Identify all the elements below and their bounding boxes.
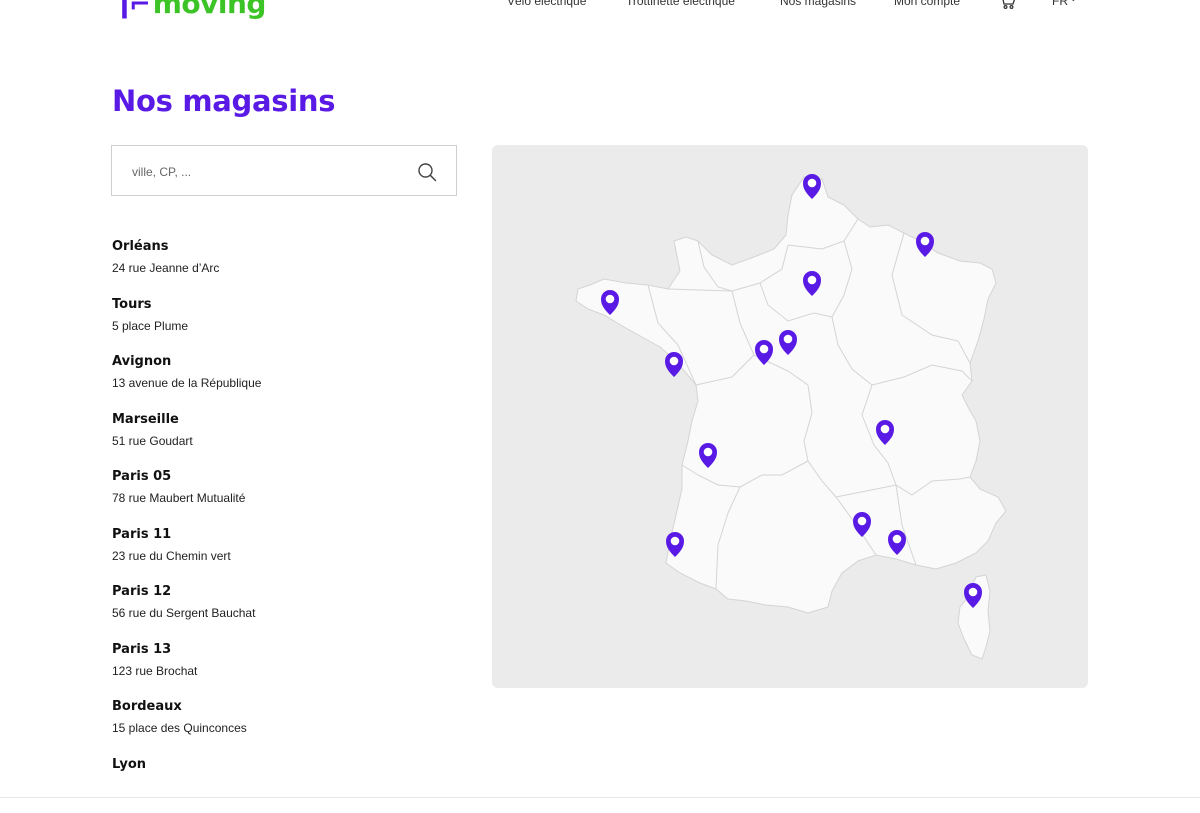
store-item-paris-05[interactable]: Paris 05 78 rue Maubert Mutualité bbox=[112, 468, 442, 526]
store-item-paris-12[interactable]: Paris 12 56 rue du Sergent Bauchat bbox=[112, 583, 442, 641]
language-label: FR bbox=[1052, 0, 1068, 8]
footer-divider bbox=[0, 797, 1200, 798]
language-selector[interactable]: FR⌄ bbox=[1052, 0, 1077, 8]
map-pin-icon[interactable] bbox=[779, 330, 797, 355]
nav-mon-compte[interactable]: Mon compte bbox=[894, 0, 960, 8]
store-address: 15 place des Quinconces bbox=[112, 716, 442, 740]
map-pin-icon[interactable] bbox=[853, 512, 871, 537]
store-item-marseille[interactable]: Marseille 51 rue Goudart bbox=[112, 411, 442, 469]
store-name: Tours bbox=[112, 296, 442, 314]
nav-nos-magasins[interactable]: Nos magasins bbox=[780, 0, 856, 8]
store-address: 51 rue Goudart bbox=[112, 429, 442, 453]
store-list: Orléans 24 rue Jeanne d’Arc Tours 5 plac… bbox=[112, 238, 442, 813]
nav-trottinette-electrique[interactable]: Trottinette électrique bbox=[626, 0, 735, 8]
store-item-avignon[interactable]: Avignon 13 avenue de la République bbox=[112, 353, 442, 411]
store-address: 24 rue Jeanne d’Arc bbox=[112, 256, 442, 280]
search-input[interactable] bbox=[130, 160, 404, 184]
store-address: 13 avenue de la République bbox=[112, 371, 442, 395]
store-address: 123 rue Brochat bbox=[112, 659, 442, 683]
site-header: ꞁ⌐ moving Vélo électrique Trottinette él… bbox=[0, 0, 1200, 24]
store-address: 5 place Plume bbox=[112, 314, 442, 338]
store-address: 56 rue du Sergent Bauchat bbox=[112, 601, 442, 625]
store-name: Paris 13 bbox=[112, 641, 442, 659]
nav-velo-electrique[interactable]: Vélo électrique bbox=[507, 0, 586, 8]
search-icon[interactable] bbox=[417, 162, 437, 182]
store-item-tours[interactable]: Tours 5 place Plume bbox=[112, 296, 442, 354]
store-name: Paris 11 bbox=[112, 526, 442, 544]
store-item-paris-13[interactable]: Paris 13 123 rue Brochat bbox=[112, 641, 442, 699]
map-pin-icon[interactable] bbox=[916, 232, 934, 257]
map-pin-icon[interactable] bbox=[665, 352, 683, 377]
store-name: Orléans bbox=[112, 238, 442, 256]
map-pin-icon[interactable] bbox=[699, 443, 717, 468]
main-nav: Vélo électrique Trottinette électrique N… bbox=[0, 0, 1200, 10]
store-name: Lyon bbox=[112, 756, 442, 774]
store-item-paris-11[interactable]: Paris 11 23 rue du Chemin vert bbox=[112, 526, 442, 584]
map-pin-icon[interactable] bbox=[803, 174, 821, 199]
store-item-bordeaux[interactable]: Bordeaux 15 place des Quinconces bbox=[112, 698, 442, 756]
store-name: Paris 05 bbox=[112, 468, 442, 486]
map-pin-icon[interactable] bbox=[876, 420, 894, 445]
store-search bbox=[111, 145, 457, 196]
store-map[interactable] bbox=[492, 145, 1088, 688]
cart-icon[interactable] bbox=[998, 0, 1016, 10]
store-item-lyon[interactable]: Lyon bbox=[112, 756, 442, 813]
store-name: Marseille bbox=[112, 411, 442, 429]
map-pin-icon[interactable] bbox=[803, 271, 821, 296]
map-pin-icon[interactable] bbox=[888, 530, 906, 555]
map-pin-icon[interactable] bbox=[964, 583, 982, 608]
store-name: Avignon bbox=[112, 353, 442, 371]
map-pin-icon[interactable] bbox=[601, 290, 619, 315]
map-pin-icon[interactable] bbox=[666, 532, 684, 557]
store-address: 78 rue Maubert Mutualité bbox=[112, 486, 442, 510]
store-name: Paris 12 bbox=[112, 583, 442, 601]
map-pins bbox=[492, 145, 1088, 688]
store-name: Bordeaux bbox=[112, 698, 442, 716]
chevron-down-icon: ⌄ bbox=[1070, 0, 1077, 3]
page-title: Nos magasins bbox=[112, 84, 335, 118]
store-address: 23 rue du Chemin vert bbox=[112, 544, 442, 568]
map-pin-icon[interactable] bbox=[755, 340, 773, 365]
store-item-orleans[interactable]: Orléans 24 rue Jeanne d’Arc bbox=[112, 238, 442, 296]
